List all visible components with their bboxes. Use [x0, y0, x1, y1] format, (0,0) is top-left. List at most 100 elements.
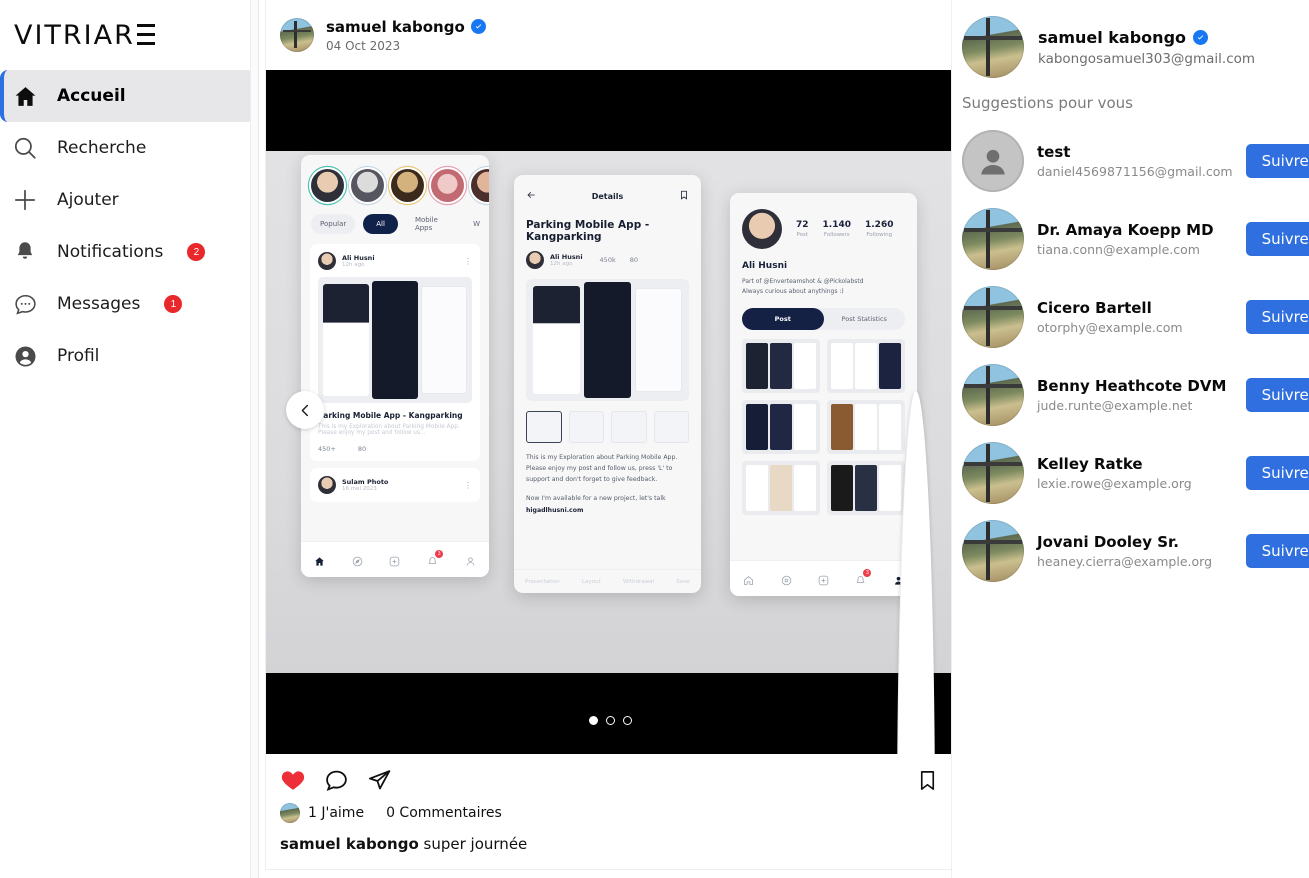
mockup-nav-profile-icon	[465, 554, 476, 566]
mockup-details-stats: 450k 80	[600, 256, 638, 264]
sidebar-item-messages[interactable]: Messages 1	[0, 278, 256, 330]
carousel-dot-3[interactable]	[623, 716, 632, 725]
share-icon[interactable]	[367, 768, 392, 793]
sidebar-item-notifications[interactable]: Notifications 2	[0, 226, 256, 278]
suggestion-avatar[interactable]	[962, 520, 1024, 582]
suggestion-info: Kelley Ratke lexie.rowe@example.org	[1037, 455, 1233, 491]
mockup-more-icon: ⋮	[464, 256, 472, 266]
suggestion-name[interactable]: Jovani Dooley Sr.	[1037, 533, 1233, 551]
mockup-post-username: Ali Husni	[342, 254, 375, 262]
suggestion-row: Jovani Dooley Sr. heaney.cierra@example.…	[962, 512, 1309, 590]
sidebar-label-accueil: Accueil	[57, 86, 126, 106]
current-user-name[interactable]: samuel kabongo	[1038, 28, 1186, 47]
suggestion-info: Dr. Amaya Koepp MD tiana.conn@example.co…	[1037, 221, 1233, 257]
mockup-post-title: Parking Mobile App - Kangparking	[318, 411, 463, 420]
sidebar-scrollbar[interactable]	[250, 0, 258, 878]
sidebar-item-recherche[interactable]: Recherche	[0, 122, 256, 174]
sidebar-item-profil[interactable]: Profil	[0, 330, 256, 382]
mockup-details-username: Ali Husni	[550, 253, 583, 261]
plus-icon	[10, 185, 40, 215]
mockup-story-avatar	[351, 169, 384, 202]
follow-button[interactable]: Suivre	[1245, 378, 1309, 412]
mockup-details-avatar	[526, 251, 544, 269]
mockup-profile-avatar	[742, 209, 782, 249]
current-user-row[interactable]: samuel kabongo kabongosamuel303@gmail.co…	[962, 10, 1309, 88]
mockup-details-link: higadlhusni.com	[526, 507, 584, 515]
follow-button[interactable]: Suivre	[1245, 144, 1309, 178]
mockup-stat-likes: 450+	[318, 445, 336, 453]
post-author-info: samuel kabongo 04 Oct 2023	[326, 18, 486, 53]
sidebar-item-accueil[interactable]: Accueil	[0, 70, 256, 122]
sidebar-label-notifications: Notifications	[57, 242, 164, 262]
notifications-badge: 2	[187, 243, 206, 261]
bookmark-icon[interactable]	[916, 769, 939, 792]
mockup-profile-name: Ali Husni	[742, 261, 788, 271]
carousel-dot-2[interactable]	[606, 716, 615, 725]
mockup-filter-all: All	[363, 214, 398, 234]
mockup-details-meta: Ali Husni 12h ago 450k 80	[514, 243, 701, 269]
mockup-nav-badge: 3	[435, 550, 444, 558]
follow-button[interactable]: Suivre	[1245, 222, 1309, 256]
suggestion-avatar[interactable]	[962, 364, 1024, 426]
suggestion-row: Cicero Bartell otorphy@example.com Suivr…	[962, 278, 1309, 356]
caption-author[interactable]: samuel kabongo	[280, 835, 419, 853]
carousel-dot-1[interactable]	[589, 716, 598, 725]
mockup-grid-cell	[742, 339, 820, 394]
like-icon[interactable]	[280, 767, 306, 793]
suggestion-avatar[interactable]	[962, 130, 1024, 192]
post-author-name[interactable]: samuel kabongo	[326, 18, 465, 36]
suggestion-name[interactable]: test	[1037, 143, 1233, 161]
suggestion-email: tiana.conn@example.com	[1037, 242, 1200, 257]
mockup-grid-cell	[827, 339, 905, 394]
logo-text: VITRIAR	[14, 19, 135, 51]
sidebar-label-recherche: Recherche	[57, 138, 147, 158]
suggestion-email: otorphy@example.com	[1037, 320, 1183, 335]
suggestion-row: Benny Heathcote DVM jude.runte@example.n…	[962, 356, 1309, 434]
comment-icon[interactable]	[324, 768, 349, 793]
suggestion-avatar[interactable]	[962, 286, 1024, 348]
post-media[interactable]: Popular All Mobile Apps W Ali Husni 12h …	[266, 70, 951, 754]
feed-column: samuel kabongo 04 Oct 2023 Popular All M…	[259, 0, 951, 878]
mockup-story-avatar	[471, 169, 489, 202]
app-root: VITRIAR Accueil Recherche Ajouter Notifi…	[0, 0, 1309, 878]
current-user-name-row: samuel kabongo	[1038, 28, 1255, 47]
mockup-details-likes: 450k	[599, 256, 616, 264]
mockup-profile-nav-add-icon	[818, 573, 829, 586]
app-logo[interactable]: VITRIAR	[0, 0, 258, 70]
suggestion-row: Kelley Ratke lexie.rowe@example.org Suiv…	[962, 434, 1309, 512]
comment-count[interactable]: 0 Commentaires	[386, 805, 502, 821]
chat-bubble-icon	[10, 289, 40, 319]
follow-button[interactable]: Suivre	[1245, 300, 1309, 334]
suggestion-name[interactable]: Kelley Ratke	[1037, 455, 1233, 473]
mockup-details-comments: 80	[629, 256, 638, 264]
mockup-profile-tab-post: Post	[742, 308, 824, 331]
logo-e-glyph	[136, 24, 155, 46]
like-count[interactable]: 1 J'aime	[308, 805, 364, 821]
home-icon	[10, 81, 40, 111]
suggestion-name[interactable]: Benny Heathcote DVM	[1037, 377, 1233, 395]
mockup-details-footer: Presentation Layout Withdrawal Save	[514, 569, 701, 593]
mockup-stat-label: Following	[866, 232, 893, 238]
suggestion-email: heaney.cierra@example.org	[1037, 554, 1213, 569]
suggestion-avatar[interactable]	[962, 442, 1024, 504]
sidebar-item-ajouter[interactable]: Ajouter	[0, 174, 256, 226]
suggestion-name[interactable]: Cicero Bartell	[1037, 299, 1233, 317]
follow-button[interactable]: Suivre	[1245, 534, 1309, 568]
mockup-details-topbar: Details	[514, 175, 701, 205]
post-author-avatar[interactable]	[280, 18, 314, 52]
mockup-post-avatar	[318, 252, 336, 270]
mockup-grid-cell	[742, 461, 820, 516]
sidebar-label-profil: Profil	[57, 346, 100, 366]
mockup-stat-label: Followers	[823, 232, 850, 238]
carousel-prev-button[interactable]	[286, 391, 324, 429]
mockup-filter-more: W	[473, 220, 480, 228]
suggestion-name[interactable]: Dr. Amaya Koepp MD	[1037, 221, 1233, 239]
suggestion-avatar[interactable]	[962, 208, 1024, 270]
mockup-story-avatar	[431, 169, 464, 202]
current-user-email: kabongosamuel303@gmail.com	[1038, 50, 1256, 67]
suggestion-email: daniel4569871156@gmail.com	[1037, 164, 1233, 179]
mockup-post-username-2: Sulam Photo	[342, 478, 389, 486]
mockup-details-title: Details	[591, 191, 624, 201]
current-user-avatar[interactable]	[962, 16, 1024, 78]
follow-button[interactable]: Suivre	[1245, 456, 1309, 490]
